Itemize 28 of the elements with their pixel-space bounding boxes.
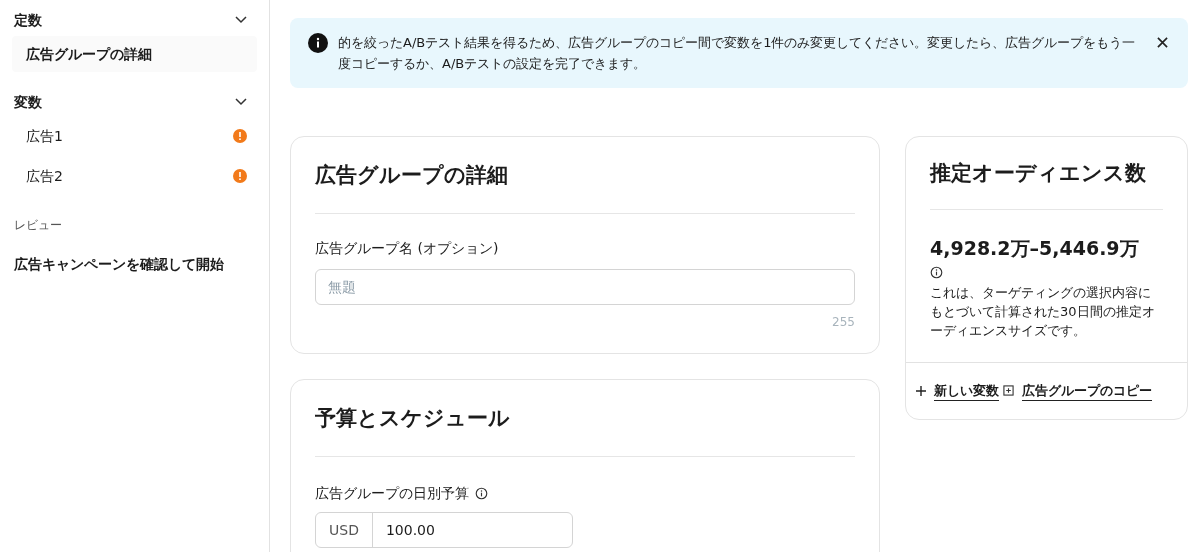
- field-label: 広告グループ名 (オプション): [315, 239, 500, 258]
- info-icon: [308, 33, 328, 53]
- field-label: 広告グループの日別予算: [315, 484, 469, 503]
- chevron-icon[interactable]: [235, 16, 247, 24]
- budget-input-field[interactable]: USD 100.00: [315, 512, 573, 548]
- audience-range: 4,928.2万–5,446.9万: [930, 236, 1140, 261]
- sidebar-item[interactable]: 広告2: [12, 158, 257, 194]
- sidebar-item[interactable]: 広告1: [12, 118, 257, 154]
- chevron-icon[interactable]: [235, 98, 247, 106]
- copy-link[interactable]: 広告グループのコピー: [1022, 380, 1152, 401]
- character-limit: 255: [832, 314, 855, 331]
- card-title: 広告グループの詳細: [315, 162, 509, 189]
- info-icon: [475, 487, 488, 500]
- info-icon: [930, 265, 943, 279]
- audience-description: これは、ターゲティングの選択内容にもとづいて計算された30日間の推定オーディエンスサイズです。: [930, 283, 1156, 340]
- copy-icon: [1003, 385, 1014, 397]
- name-input-field[interactable]: 無題: [315, 269, 855, 305]
- section-heading: 定数: [14, 10, 42, 30]
- card-title: 予算とスケジュール: [315, 405, 511, 432]
- sidebar-item[interactable]: 広告グループの詳細: [12, 36, 257, 72]
- card-title: 推定オーディエンス数: [930, 160, 1147, 187]
- section-heading: レビュー: [13, 217, 63, 234]
- sidebar-item[interactable]: 広告キャンペーンを確認して開始: [0, 254, 269, 275]
- new-variable-link[interactable]: 新しい変数: [934, 380, 999, 401]
- close-icon[interactable]: [1157, 37, 1168, 48]
- plus-icon: [916, 385, 926, 396]
- banner-message: 的を絞ったA/Bテスト結果を得るため、広告グループのコピー間で変数を1件のみ変更してください。変更したら、広告グループをもう一度コピーするか、A/Bテストの設定を完了できます。: [338, 34, 1137, 73]
- section-heading: 変数: [14, 92, 42, 112]
